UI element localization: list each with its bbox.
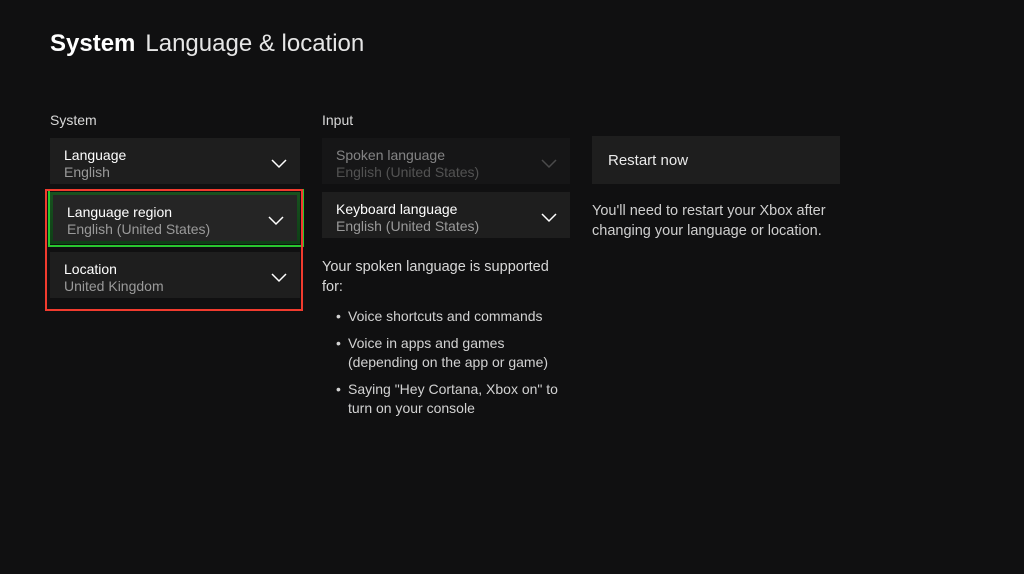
input-column: Input Spoken language English (United St… [322, 112, 570, 426]
language-region-label: Language region [67, 204, 210, 221]
restart-column: Restart now You'll need to restart your … [592, 112, 882, 241]
keyboard-language-value: English (United States) [336, 218, 479, 235]
restart-now-button[interactable]: Restart now [592, 136, 840, 184]
restart-info-text: You'll need to restart your Xbox after c… [592, 202, 862, 241]
language-region-value: English (United States) [67, 221, 210, 238]
keyboard-language-label: Keyboard language [336, 201, 479, 218]
language-region-dropdown[interactable]: Language region English (United States) [53, 195, 297, 241]
location-label: Location [64, 261, 164, 278]
list-item: Saying "Hey Cortana, Xbox on" to turn on… [336, 380, 570, 418]
system-section-label: System [50, 112, 300, 128]
language-dropdown[interactable]: Language English [50, 138, 300, 184]
chevron-down-icon [270, 155, 288, 173]
location-dropdown[interactable]: Location United Kingdom [50, 252, 300, 298]
spoken-language-label: Spoken language [336, 147, 479, 164]
spoken-language-dropdown[interactable]: Spoken language English (United States) [322, 138, 570, 184]
language-region-selected-wrap: Language region English (United States) [50, 192, 300, 244]
header-section: System [50, 30, 135, 58]
page-header: System Language & location [50, 30, 1024, 58]
chevron-down-icon [270, 269, 288, 287]
input-section-label: Input [322, 112, 570, 128]
chevron-down-icon [540, 155, 558, 173]
system-column: System Language English Language region … [50, 112, 300, 306]
spoken-support-intro: Your spoken language is supported for: [322, 258, 570, 297]
restart-now-label: Restart now [608, 152, 688, 169]
header-title: Language & location [145, 30, 364, 58]
chevron-down-icon [540, 209, 558, 227]
chevron-down-icon [267, 212, 285, 230]
location-value: United Kingdom [64, 278, 164, 295]
keyboard-language-dropdown[interactable]: Keyboard language English (United States… [322, 192, 570, 238]
list-item: Voice shortcuts and commands [336, 307, 570, 326]
language-label: Language [64, 147, 126, 164]
spoken-language-value: English (United States) [336, 164, 479, 181]
language-value: English [64, 164, 126, 181]
list-item: Voice in apps and games (depending on th… [336, 334, 570, 372]
spoken-support-list: Voice shortcuts and commands Voice in ap… [322, 307, 570, 425]
